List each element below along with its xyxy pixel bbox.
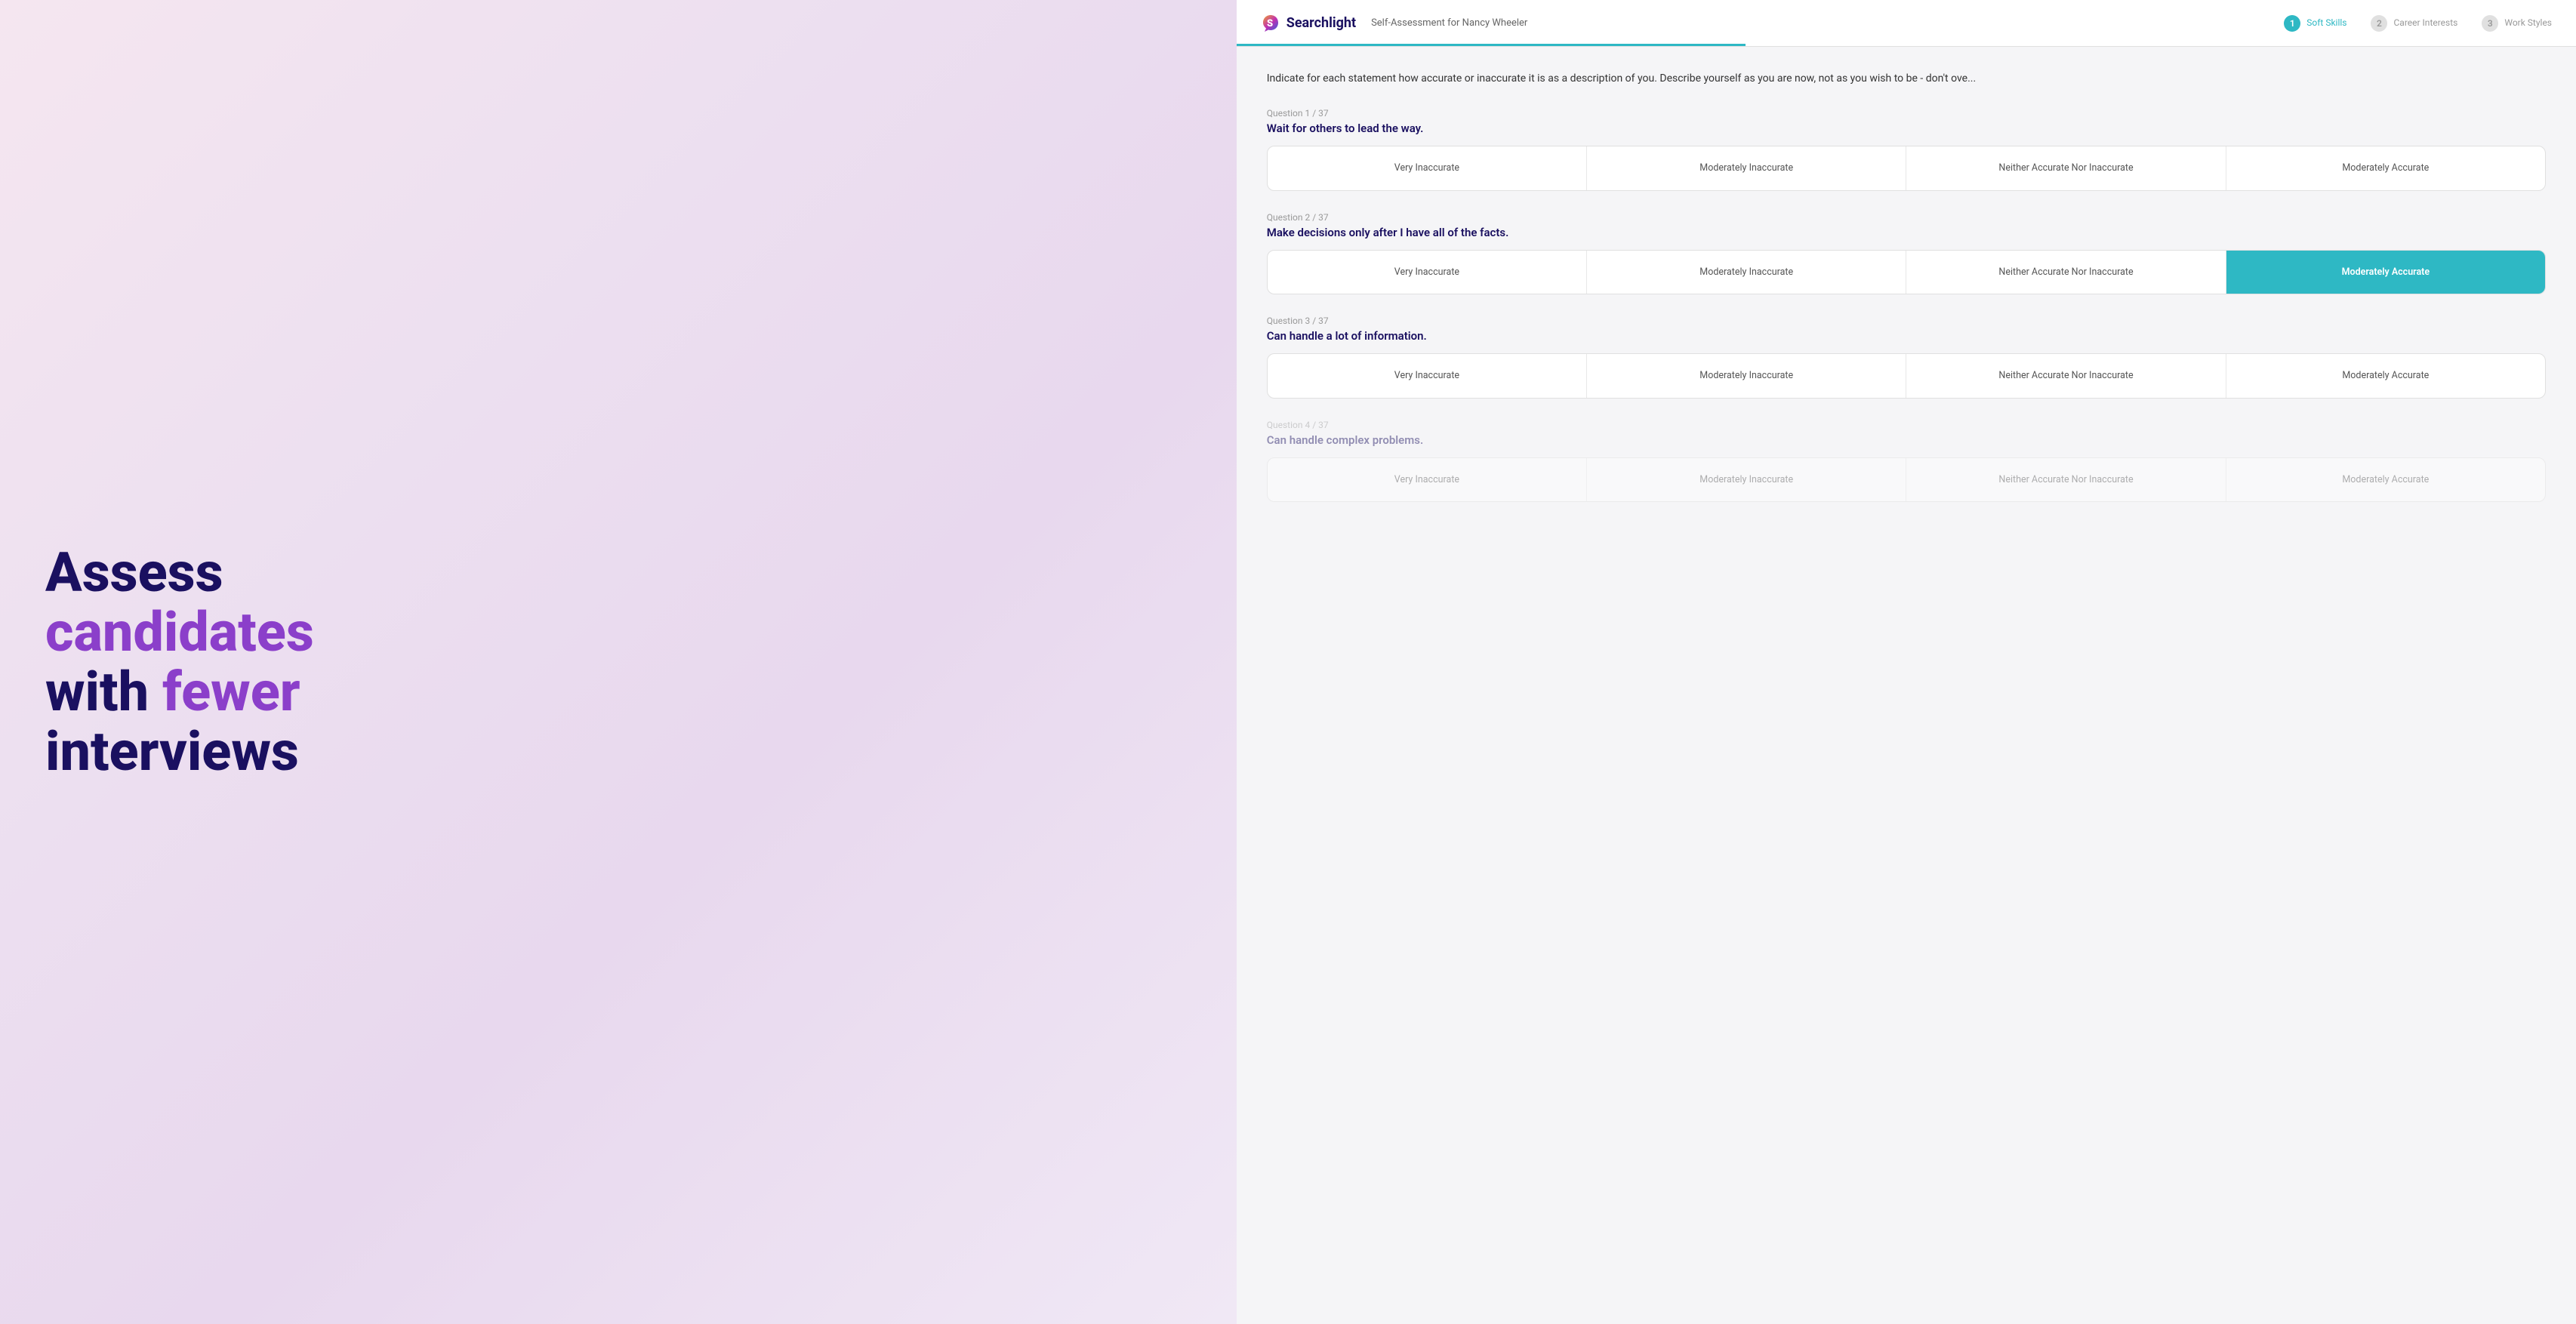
question-label-2: Question 2 / 37 xyxy=(1267,212,2546,223)
step-1-num: 1 xyxy=(2284,15,2300,32)
question-block-3: Question 3 / 37 Can handle a lot of infor… xyxy=(1267,316,2546,399)
question-label-1: Question 1 / 37 xyxy=(1267,108,2546,119)
answer-option-q1-1[interactable]: Moderately Inaccurate xyxy=(1587,146,1906,190)
answer-option-q3-1[interactable]: Moderately Inaccurate xyxy=(1587,354,1906,398)
step-3-num: 3 xyxy=(2482,15,2498,32)
answer-option-q3-3[interactable]: Moderately Accurate xyxy=(2226,354,2545,398)
step-1[interactable]: 1 Soft Skills xyxy=(2284,15,2346,32)
answer-option-q4-3[interactable]: Moderately Accurate xyxy=(2226,458,2545,502)
step-3[interactable]: 3 Work Styles xyxy=(2482,15,2552,32)
question-block-2: Question 2 / 37 Make decisions only after… xyxy=(1267,212,2546,295)
answer-option-q3-0[interactable]: Very Inaccurate xyxy=(1268,354,1587,398)
step-2-num: 2 xyxy=(2371,15,2387,32)
answer-option-q1-2[interactable]: Neither Accurate Nor Inaccurate xyxy=(1906,146,2226,190)
right-panel: S Searchlight Self-Assessment for Nancy … xyxy=(1237,0,2576,1324)
left-panel: Assess candidates with fewer interviews xyxy=(0,0,1237,1324)
step-2-label: Career Interests xyxy=(2393,17,2457,29)
question-text-2: Make decisions only after I have all of … xyxy=(1267,226,2546,239)
hero-text: Assess candidates with fewer interviews xyxy=(45,543,314,782)
question-label-3: Question 3 / 37 xyxy=(1267,316,2546,326)
answer-option-q1-3[interactable]: Moderately Accurate xyxy=(2226,146,2545,190)
step-1-label: Soft Skills xyxy=(2306,17,2346,29)
questions-container: Question 1 / 37 Wait for others to lead t… xyxy=(1267,108,2546,502)
step-2[interactable]: 2 Career Interests xyxy=(2371,15,2457,32)
answer-option-q4-0[interactable]: Very Inaccurate xyxy=(1268,458,1587,502)
answer-option-q1-0[interactable]: Very Inaccurate xyxy=(1268,146,1587,190)
answer-row-4: Very InaccurateModerately InaccurateNeit… xyxy=(1267,457,2546,503)
header-subtitle: Self-Assessment for Nancy Wheeler xyxy=(1371,17,1527,29)
nav-steps: 1 Soft Skills 2 Career Interests 3 Work … xyxy=(2284,15,2552,32)
step-3-label: Work Styles xyxy=(2504,17,2552,29)
answer-row-3: Very InaccurateModerately InaccurateNeit… xyxy=(1267,353,2546,399)
app-header: S Searchlight Self-Assessment for Nancy … xyxy=(1237,0,2576,47)
logo-name: Searchlight xyxy=(1286,15,1356,31)
answer-row-2: Very InaccurateModerately InaccurateNeit… xyxy=(1267,250,2546,295)
question-block-4: Question 4 / 37 Can handle complex proble… xyxy=(1267,420,2546,503)
content-area: Indicate for each statement how accurate… xyxy=(1237,47,2576,1324)
logo-area: S Searchlight xyxy=(1261,14,1356,33)
answer-option-q2-3[interactable]: Moderately Accurate xyxy=(2226,251,2545,294)
answer-row-1: Very InaccurateModerately InaccurateNeit… xyxy=(1267,146,2546,191)
hero-line1: Assess xyxy=(45,540,223,605)
svg-text:S: S xyxy=(1267,18,1273,29)
question-text-4: Can handle complex problems. xyxy=(1267,433,2546,447)
answer-option-q4-1[interactable]: Moderately Inaccurate xyxy=(1587,458,1906,502)
answer-option-q2-1[interactable]: Moderately Inaccurate xyxy=(1587,251,1906,294)
question-text-1: Wait for others to lead the way. xyxy=(1267,122,2546,135)
answer-option-q3-2[interactable]: Neither Accurate Nor Inaccurate xyxy=(1906,354,2226,398)
answer-option-q2-2[interactable]: Neither Accurate Nor Inaccurate xyxy=(1906,251,2226,294)
searchlight-logo-icon: S xyxy=(1261,14,1280,33)
hero-line4: interviews xyxy=(45,719,299,784)
answer-option-q4-2[interactable]: Neither Accurate Nor Inaccurate xyxy=(1906,458,2226,502)
hero-line3b: fewer xyxy=(162,660,300,724)
hero-line2: candidates xyxy=(45,600,314,664)
question-block-1: Question 1 / 37 Wait for others to lead t… xyxy=(1267,108,2546,191)
answer-option-q2-0[interactable]: Very Inaccurate xyxy=(1268,251,1587,294)
hero-line3a: with xyxy=(45,660,149,724)
instruction-text: Indicate for each statement how accurate… xyxy=(1267,71,2546,87)
question-label-4: Question 4 / 37 xyxy=(1267,420,2546,430)
question-text-3: Can handle a lot of information. xyxy=(1267,329,2546,343)
